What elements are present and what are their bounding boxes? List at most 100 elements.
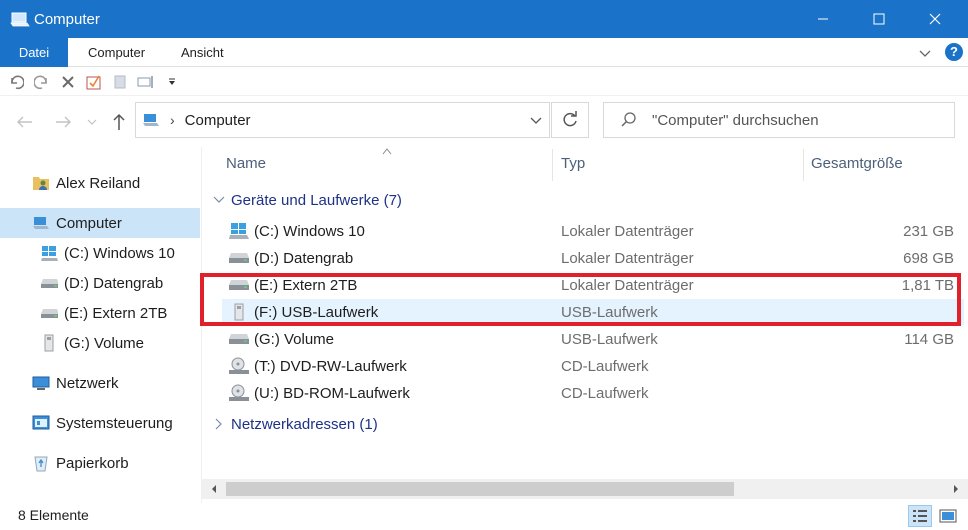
undo-button[interactable] [6, 72, 26, 92]
sidebar-item-label: (C:) Windows 10 [64, 244, 175, 262]
control-panel-icon [32, 414, 50, 432]
chevron-down-icon[interactable] [529, 113, 543, 127]
close-icon [929, 13, 941, 25]
drive-name: (C:) Windows 10 [254, 222, 365, 240]
search-box[interactable] [603, 102, 955, 138]
group-label: Geräte und Laufwerke (7) [231, 191, 402, 209]
tab-datei[interactable]: Datei [0, 38, 68, 67]
help-icon[interactable]: ? [945, 43, 963, 61]
drive-row-e[interactable]: (E:) Extern 2TB Lokaler Datenträger 1,81… [222, 272, 964, 298]
drive-row-d[interactable]: (D:) Datengrab Lokaler Datenträger 698 G… [222, 245, 964, 271]
network-icon [32, 374, 50, 392]
redo-icon [34, 75, 47, 90]
large-icons-view-icon [939, 509, 957, 523]
large-icons-view-button[interactable] [936, 505, 960, 527]
drive-name: (T:) DVD-RW-Laufwerk [254, 357, 407, 375]
delete-button[interactable] [58, 72, 78, 92]
properties-button[interactable] [84, 72, 104, 92]
arrow-right-icon [56, 116, 71, 128]
sidebar-item-drive-d[interactable]: (D:) Datengrab [0, 268, 200, 298]
usb-drive-icon [228, 303, 250, 321]
quick-access-toolbar [0, 68, 968, 96]
undo-icon [11, 75, 24, 90]
dropdown-arrow-icon [169, 78, 175, 85]
details-view-icon [913, 510, 927, 522]
sidebar-item-user[interactable]: Alex Reiland [0, 168, 200, 198]
recent-locations-button[interactable] [84, 111, 100, 133]
maximize-icon [873, 13, 885, 25]
rename-button[interactable] [136, 72, 156, 92]
breadcrumb-computer[interactable]: Computer [185, 112, 251, 129]
up-button[interactable] [108, 111, 130, 133]
scroll-right-arrow-icon[interactable] [946, 479, 966, 499]
customize-toolbar-button[interactable] [162, 72, 182, 92]
drive-icon [40, 274, 58, 292]
address-bar[interactable]: › Computer [135, 102, 550, 138]
column-header-size[interactable]: Gesamtgröße [811, 147, 903, 181]
group-header-network[interactable]: Netzwerkadressen (1) [212, 412, 378, 436]
details-view-button[interactable] [908, 505, 932, 527]
tab-ansicht[interactable]: Ansicht [181, 38, 224, 67]
column-header-name[interactable]: Name [226, 147, 266, 181]
minimize-button[interactable] [800, 0, 846, 38]
computer-icon [143, 114, 159, 126]
new-folder-button[interactable] [110, 72, 130, 92]
drive-icon [228, 249, 250, 267]
group-header-devices[interactable]: Geräte und Laufwerke (7) [212, 188, 402, 212]
drive-row-g[interactable]: (G:) Volume USB-Laufwerk 114 GB [222, 326, 964, 352]
sidebar-item-drive-e[interactable]: (E:) Extern 2TB [0, 298, 200, 328]
sidebar-item-drive-g[interactable]: (G:) Volume [0, 328, 200, 358]
scrollbar-thumb[interactable] [226, 482, 734, 496]
drive-type: Lokaler Datenträger [561, 222, 694, 240]
scroll-left-arrow-icon[interactable] [204, 479, 224, 499]
maximize-button[interactable] [856, 0, 902, 38]
drive-type: Lokaler Datenträger [561, 249, 694, 267]
status-bar: 8 Elemente [0, 503, 968, 530]
drive-row-u[interactable]: (U:) BD-ROM-Laufwerk CD-Laufwerk [222, 380, 964, 406]
close-button[interactable] [912, 0, 958, 38]
forward-button[interactable] [52, 111, 74, 133]
navigation-pane: Alex Reiland Computer (C:) Windows 10 (D… [0, 147, 202, 503]
chevron-down-icon[interactable] [918, 46, 932, 60]
sort-ascending-icon [382, 148, 392, 155]
drive-size: 231 GB [903, 222, 954, 240]
computer-icon [10, 12, 30, 27]
drive-icon [228, 330, 250, 348]
usb-drive-icon [40, 334, 58, 352]
search-input[interactable] [652, 111, 942, 129]
sidebar-item-label: Alex Reiland [56, 174, 141, 192]
drive-name: (U:) BD-ROM-Laufwerk [254, 384, 410, 402]
delete-icon [62, 76, 74, 88]
chevron-down-icon[interactable] [212, 193, 226, 207]
refresh-button[interactable] [551, 102, 589, 138]
redo-button[interactable] [32, 72, 52, 92]
user-folder-icon [32, 174, 50, 192]
drive-size: 698 GB [903, 249, 954, 267]
breadcrumb-separator[interactable]: › [170, 112, 175, 128]
drive-row-t[interactable]: (T:) DVD-RW-Laufwerk CD-Laufwerk [222, 353, 964, 379]
sidebar-item-network[interactable]: Netzwerk [0, 368, 200, 398]
drive-row-c[interactable]: (C:) Windows 10 Lokaler Datenträger 231 … [222, 218, 964, 244]
arrow-left-icon [17, 116, 32, 128]
group-label: Netzwerkadressen (1) [231, 415, 378, 433]
sidebar-item-computer[interactable]: Computer [0, 208, 200, 238]
sidebar-item-control-panel[interactable]: Systemsteuerung [0, 408, 200, 438]
sidebar-item-label: (G:) Volume [64, 334, 145, 352]
tab-computer[interactable]: Computer [88, 38, 145, 67]
column-divider[interactable] [803, 149, 804, 181]
sidebar-item-drive-c[interactable]: (C:) Windows 10 [0, 238, 200, 268]
column-divider[interactable] [552, 149, 553, 181]
horizontal-scrollbar[interactable] [202, 479, 968, 499]
windows-drive-icon [228, 222, 250, 240]
drive-icon [228, 276, 250, 294]
sidebar-item-label: (D:) Datengrab [64, 274, 164, 292]
ribbon-tabs: Datei Computer Ansicht ? [0, 38, 968, 67]
title-bar: Computer [0, 0, 968, 38]
sidebar-item-recycle-bin[interactable]: Papierkorb [0, 448, 200, 478]
drive-name: (F:) USB-Laufwerk [254, 303, 379, 321]
computer-icon [32, 214, 50, 232]
drive-row-f[interactable]: (F:) USB-Laufwerk USB-Laufwerk [222, 299, 964, 325]
column-header-type[interactable]: Typ [561, 147, 585, 181]
chevron-right-icon[interactable] [212, 417, 226, 431]
back-button[interactable] [14, 111, 36, 133]
